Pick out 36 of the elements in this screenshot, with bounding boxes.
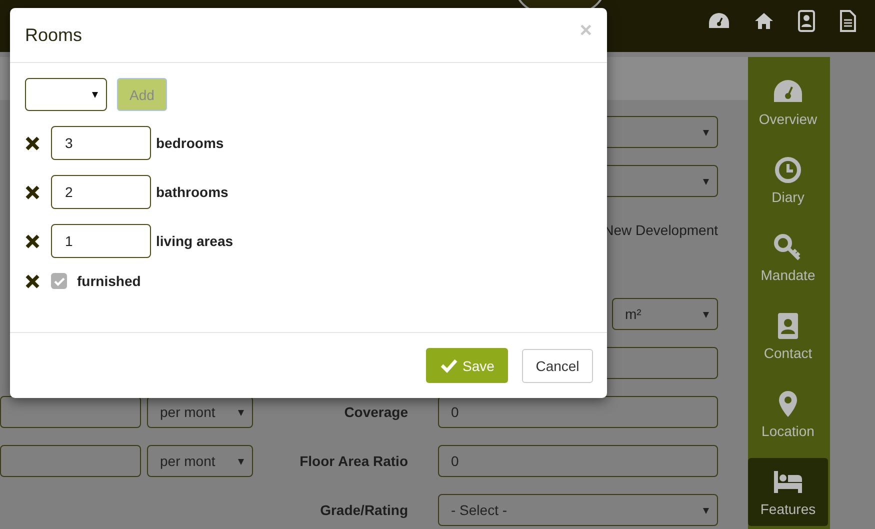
unit-select[interactable]: m² bbox=[612, 298, 718, 330]
count-field[interactable]: 1 bbox=[51, 224, 151, 258]
room-label: furnished bbox=[77, 273, 141, 289]
dialog-title: Rooms bbox=[25, 24, 82, 46]
sidebar-item[interactable]: Overview bbox=[748, 68, 828, 136]
count-field[interactable]: 3 bbox=[51, 126, 151, 160]
room-label: living areas bbox=[156, 233, 234, 249]
home-icon[interactable] bbox=[754, 12, 774, 30]
period-select[interactable]: per mont bbox=[147, 445, 253, 477]
sidebar-item[interactable]: Location bbox=[748, 380, 828, 448]
sidebar-item[interactable]: Contact bbox=[748, 302, 828, 370]
field-label: Coverage bbox=[343, 404, 408, 420]
clock-icon bbox=[772, 155, 804, 185]
remove-icon[interactable] bbox=[25, 136, 40, 150]
check-icon bbox=[440, 358, 458, 373]
sidebar-item[interactable]: Diary bbox=[748, 146, 828, 214]
count-field[interactable]: 2 bbox=[51, 175, 151, 209]
room-label: bathrooms bbox=[156, 184, 228, 200]
sidebar-item[interactable]: Features bbox=[748, 458, 828, 526]
room-label: bedrooms bbox=[156, 135, 224, 151]
remove-icon[interactable] bbox=[25, 234, 40, 248]
dashboard-icon[interactable] bbox=[708, 12, 730, 30]
field-label: Floor Area Ratio bbox=[298, 453, 408, 469]
check-icon bbox=[54, 276, 64, 286]
document-icon[interactable] bbox=[840, 10, 856, 32]
cancel-button[interactable]: Cancel bbox=[522, 348, 593, 382]
input-field[interactable]: 0 bbox=[438, 445, 718, 477]
contact-book-icon[interactable] bbox=[798, 10, 816, 32]
sidebar-item[interactable]: Mandate bbox=[748, 224, 828, 292]
remove-icon[interactable] bbox=[25, 274, 40, 288]
input-field[interactable] bbox=[0, 445, 141, 477]
save-button[interactable]: Save bbox=[426, 348, 508, 383]
remove-icon[interactable] bbox=[25, 184, 40, 200]
select-field[interactable]: - Select - bbox=[438, 494, 718, 526]
field-label: Grade/Rating bbox=[319, 502, 408, 518]
room-type-select[interactable] bbox=[25, 78, 107, 111]
